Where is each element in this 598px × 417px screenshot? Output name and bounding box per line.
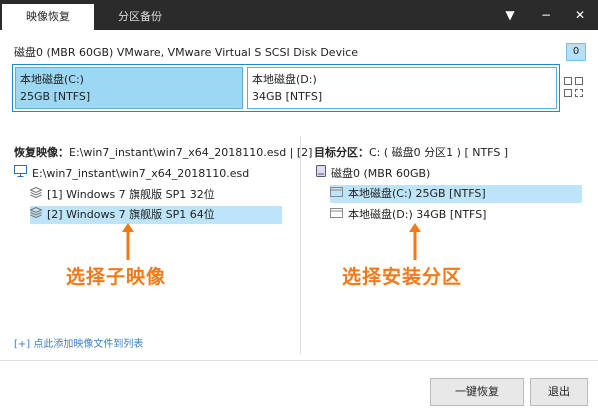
tab-partition-backup[interactable]: 分区备份 bbox=[100, 4, 180, 30]
partition-c-detail: 25GB [NTFS] bbox=[20, 90, 91, 103]
target-disk-node[interactable]: 磁盘0 (MBR 60GB) bbox=[316, 165, 430, 183]
footer-divider bbox=[0, 360, 598, 361]
image-item-2[interactable]: [2] Windows 7 旗舰版 SP1 64位 bbox=[29, 206, 282, 224]
target-partition-d[interactable]: 本地磁盘(D:) 34GB [NTFS] bbox=[330, 206, 582, 224]
partition-d-name: 本地磁盘(D:) bbox=[252, 73, 317, 86]
panel-divider bbox=[300, 136, 301, 354]
image-item-2-label: [2] Windows 7 旗舰版 SP1 64位 bbox=[47, 208, 215, 221]
layers-icon bbox=[29, 186, 43, 204]
disk-header: 磁盘0 (MBR 60GB) VMware, VMware Virtual S … bbox=[14, 46, 358, 59]
disk-index-badge[interactable]: 0 bbox=[566, 43, 586, 61]
partition-icon bbox=[330, 206, 343, 224]
arrow-up-right-icon bbox=[409, 223, 421, 260]
restore-image-label: 恢复映像： bbox=[14, 146, 69, 159]
partition-strip: 本地磁盘(C:) 25GB [NTFS] 本地磁盘(D:) 34GB [NTFS… bbox=[12, 64, 560, 112]
partition-icon bbox=[330, 185, 343, 203]
partition-c-name: 本地磁盘(C:) bbox=[20, 73, 84, 86]
target-disk-label: 磁盘0 (MBR 60GB) bbox=[331, 167, 431, 180]
disk-icon bbox=[316, 165, 326, 183]
exit-button[interactable]: 退出 bbox=[530, 378, 588, 406]
restore-image-path: E:\win7_instant\win7_x64_2018110.esd | [… bbox=[69, 146, 313, 159]
title-bar: 映像恢复 分区备份 ▼ − ✕ bbox=[0, 0, 598, 30]
target-partition-label: 目标分区： bbox=[314, 146, 369, 159]
image-tree-root[interactable]: E:\win7_instant\win7_x64_2018110.esd bbox=[14, 165, 249, 183]
menu-icon[interactable]: ▼ bbox=[500, 6, 520, 24]
one-click-restore-button[interactable]: 一键恢复 bbox=[430, 378, 524, 406]
callout-select-partition: 选择安装分区 bbox=[342, 266, 463, 288]
target-partition-d-label: 本地磁盘(D:) 34GB [NTFS] bbox=[348, 208, 487, 221]
partition-c[interactable]: 本地磁盘(C:) 25GB [NTFS] bbox=[15, 67, 243, 109]
target-partition-c[interactable]: 本地磁盘(C:) 25GB [NTFS] bbox=[330, 185, 582, 203]
partition-d-detail: 34GB [NTFS] bbox=[252, 90, 323, 103]
target-partition-title: 目标分区：C: ( 磁盘0 分区1 ) [ NTFS ] bbox=[314, 144, 508, 160]
restore-image-title: 恢复映像：E:\win7_instant\win7_x64_2018110.es… bbox=[14, 144, 312, 160]
minimize-icon[interactable]: − bbox=[536, 6, 556, 24]
tab-image-restore[interactable]: 映像恢复 bbox=[2, 4, 94, 30]
close-icon[interactable]: ✕ bbox=[570, 6, 590, 24]
add-image-link[interactable]: [+] 点此添加映像文件到列表 bbox=[14, 335, 143, 350]
image-item-1-label: [1] Windows 7 旗舰版 SP1 32位 bbox=[47, 188, 215, 201]
callout-select-subimage: 选择子映像 bbox=[66, 266, 167, 288]
target-partition-value: C: ( 磁盘0 分区1 ) [ NTFS ] bbox=[369, 146, 509, 159]
image-item-1[interactable]: [1] Windows 7 旗舰版 SP1 32位 bbox=[29, 186, 282, 204]
monitor-icon bbox=[14, 165, 27, 183]
image-tree-root-label: E:\win7_instant\win7_x64_2018110.esd bbox=[32, 167, 250, 180]
partition-d[interactable]: 本地磁盘(D:) 34GB [NTFS] bbox=[247, 67, 557, 109]
target-partition-c-label: 本地磁盘(C:) 25GB [NTFS] bbox=[348, 187, 486, 200]
view-grid-icon[interactable] bbox=[564, 77, 584, 101]
layers-icon bbox=[29, 206, 43, 224]
arrow-up-left-icon bbox=[122, 223, 134, 260]
